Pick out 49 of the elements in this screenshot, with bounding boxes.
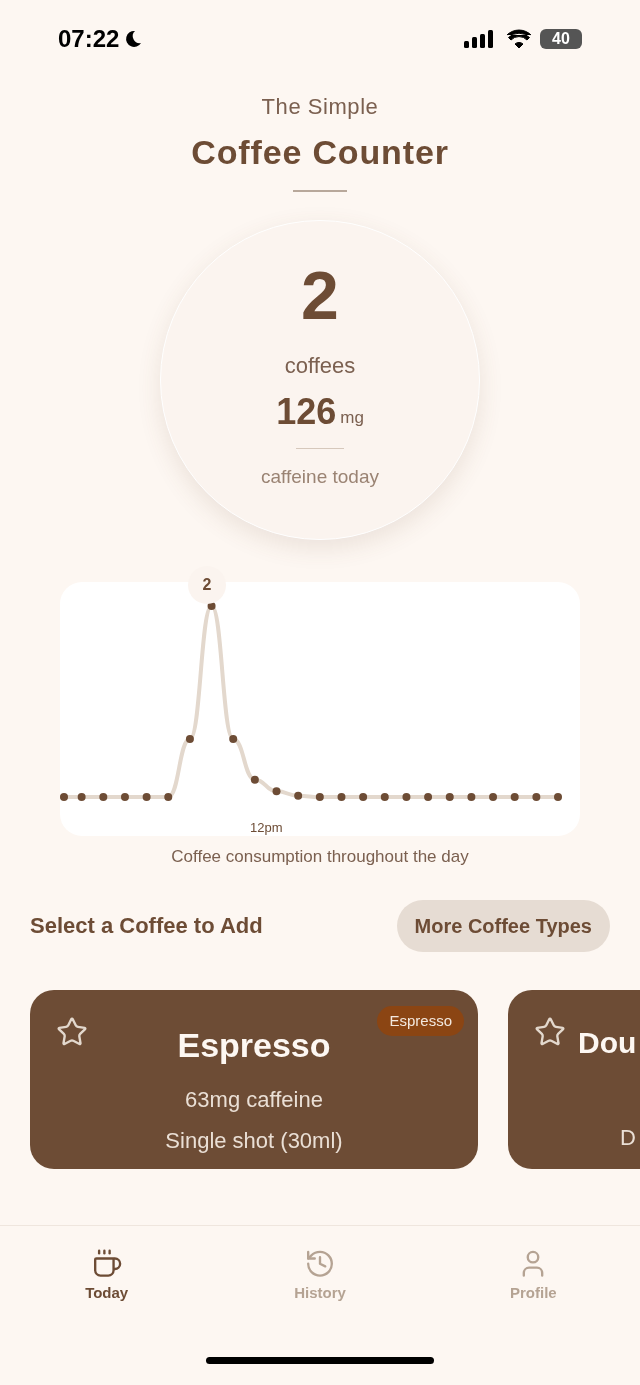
star-icon[interactable] (534, 1015, 566, 1048)
chart-point (467, 793, 476, 801)
chart-point (510, 793, 519, 801)
coffee-count: 2 (301, 261, 339, 329)
chart-point (185, 735, 194, 744)
wifi-icon (506, 29, 532, 49)
chart-point (424, 793, 433, 801)
chart-point (532, 793, 541, 801)
coffee-serving: D (620, 1123, 636, 1152)
coffee-count-label: coffees (284, 352, 356, 380)
battery-icon: 40 (540, 29, 582, 49)
chart-caption: Coffee consumption throughout the day (170, 846, 470, 868)
chart-point (229, 735, 238, 744)
coffee-card[interactable]: Dou D (508, 989, 640, 1169)
caffeine-amount: 126 (276, 394, 337, 430)
tab-item[interactable]: Today (51, 1248, 162, 1304)
star-icon[interactable] (56, 1015, 88, 1048)
coffee-name: Dou (578, 1024, 637, 1061)
coffee-tag: Espresso (377, 1005, 464, 1036)
coffee-name: Espresso (177, 1024, 331, 1066)
chart-point (554, 793, 562, 801)
chart-point (445, 793, 454, 801)
app-title: Coffee Counter (191, 132, 449, 173)
chart-point (359, 793, 368, 801)
coffee-caffeine: 63mg caffeine (185, 1085, 323, 1114)
chart-point (250, 775, 259, 784)
chart-point (164, 793, 173, 801)
chart-point (489, 793, 498, 801)
chart-point (120, 793, 129, 801)
more-coffee-types-button[interactable]: More Coffee Types (396, 899, 610, 952)
chart-point (99, 793, 108, 801)
section-title: Select a Coffee to Add (30, 912, 263, 940)
moon-icon (123, 29, 144, 49)
app-subtitle: The Simple (261, 93, 379, 121)
chart-point (315, 793, 324, 801)
chart-point (380, 793, 389, 801)
chart-point (142, 793, 151, 801)
caffeine-unit: mg (340, 406, 364, 429)
chart-point (294, 791, 303, 800)
coffee-serving: Single shot (30ml) (165, 1126, 343, 1155)
caffeine-label: caffeine today (261, 465, 379, 489)
coffee-card[interactable]: Espresso Espresso 63mg caffeine Single shot (30ml) (30, 989, 478, 1169)
status-time: 07:22 (58, 24, 120, 54)
chart-point (337, 793, 346, 801)
chart-point (77, 793, 86, 801)
chart-point (272, 787, 281, 796)
x-axis-label: 12pm (250, 819, 283, 837)
chart-point (402, 793, 411, 801)
chart-point (60, 793, 68, 801)
